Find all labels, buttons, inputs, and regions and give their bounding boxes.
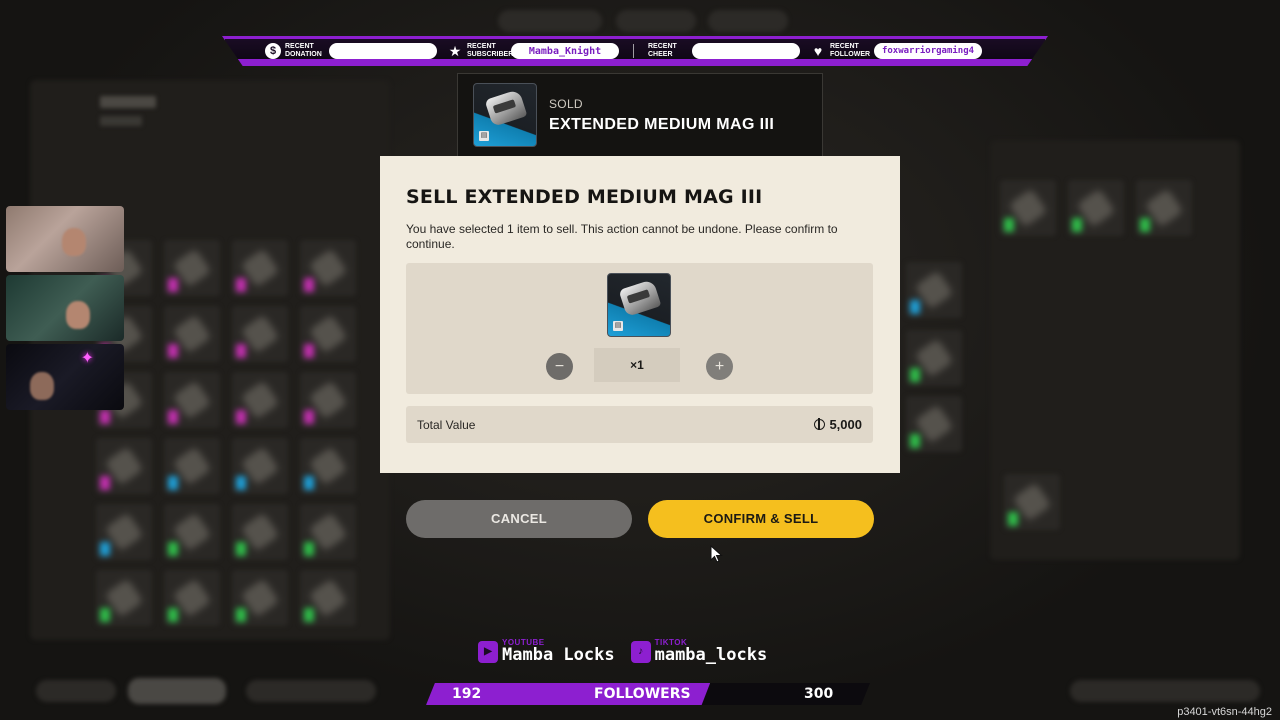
recent-donation: $ RECENT DONATION <box>265 43 437 59</box>
inventory-slot <box>164 504 220 560</box>
recent-subscriber: ★ RECENT SUBSCRIBER Mamba_Knight <box>447 43 619 59</box>
total-value: 5,000 <box>814 417 862 432</box>
loadout-slot <box>906 330 962 386</box>
tiktok-icon: ♪ <box>630 640 651 663</box>
inventory-slot <box>96 504 152 560</box>
followers-current: 192 <box>452 686 482 702</box>
inventory-slot <box>164 240 220 296</box>
inventory-slot <box>232 240 288 296</box>
followers-goal-bar: 192 FOLLOWERS 300 <box>426 683 870 705</box>
sold-status: SOLD <box>549 96 583 111</box>
item-thumbnail: ▤ <box>607 273 671 337</box>
webcam-3: ✦ <box>6 344 124 410</box>
decrease-quantity-button[interactable]: − <box>546 353 573 380</box>
loadout-slot <box>1000 180 1056 236</box>
bottom-hint-bg <box>128 678 226 704</box>
loadout-slot <box>1004 474 1060 530</box>
inventory-slot <box>164 438 220 494</box>
recent-donation-value <box>329 43 437 59</box>
total-value-amount: 5,000 <box>829 417 862 432</box>
inventory-slot <box>300 570 356 626</box>
loadout-slot <box>906 396 962 452</box>
inventory-slot <box>96 438 152 494</box>
recent-follower: ♥ RECENT FOLLOWER foxwarriorgaming4 <box>810 43 982 59</box>
inventory-slot <box>300 372 356 428</box>
recent-subscriber-value: Mamba_Knight <box>511 43 619 59</box>
tiktok-link: ♪ TIKTOK mamba_locks <box>630 638 768 665</box>
inventory-slot <box>164 306 220 362</box>
inventory-slot <box>300 438 356 494</box>
webcam-2 <box>6 275 124 341</box>
recent-follower-label: RECENT FOLLOWER <box>830 43 871 58</box>
inventory-slot <box>164 372 220 428</box>
star-icon: ★ <box>448 42 462 59</box>
stash-title-bg <box>100 96 156 108</box>
stream-top-bar: $ RECENT DONATION ★ RECENT SUBSCRIBER Ma… <box>222 36 1048 66</box>
coin-icon <box>814 418 826 430</box>
youtube-icon: ▶ <box>478 640 498 663</box>
recent-cheer-value <box>692 43 800 59</box>
inventory-slot <box>232 570 288 626</box>
recent-cheer: RECENT CHEER <box>648 43 800 59</box>
magazine-icon <box>618 279 662 317</box>
bottom-hint-bg <box>1070 680 1260 702</box>
bottom-hint-bg <box>36 680 116 702</box>
total-value-row: Total Value 5,000 <box>406 406 873 443</box>
total-value-label: Total Value <box>417 417 476 432</box>
webcam-person <box>62 228 86 256</box>
inventory-slot <box>232 306 288 362</box>
inventory-slot <box>300 240 356 296</box>
ammo-type-icon: ▤ <box>613 321 623 331</box>
followers-label: FOLLOWERS <box>594 686 691 702</box>
ammo-type-icon: ▤ <box>479 131 489 141</box>
nav-tab-bg <box>708 10 788 32</box>
youtube-link: ▶ YOUTUBE Mamba Locks <box>478 638 615 665</box>
confirm-sell-button[interactable]: CONFIRM & SELL <box>648 500 874 538</box>
webcam-1 <box>6 206 124 272</box>
watermark: p3401-vt6sn-44hg2 <box>1177 706 1272 718</box>
heart-icon: ♥ <box>813 43 823 59</box>
cancel-button[interactable]: CANCEL <box>406 500 632 538</box>
neon-sign-icon: ✦ <box>80 350 94 367</box>
dialog-message: You have selected 1 item to sell. This a… <box>406 222 838 251</box>
sold-item-name: EXTENDED MEDIUM MAG III <box>549 115 775 133</box>
mouse-cursor-icon <box>710 545 723 563</box>
webcam-person <box>66 301 90 329</box>
inventory-slot <box>232 372 288 428</box>
followers-goal: 300 <box>804 686 834 702</box>
nav-tab-bg <box>616 10 696 32</box>
nav-tab-bg <box>498 10 602 32</box>
social-links: ▶ YOUTUBE Mamba Locks ♪ TIKTOK mamba_loc… <box>478 638 767 665</box>
webcam-stack: ✦ <box>6 206 124 410</box>
loadout-slot <box>906 262 962 318</box>
inventory-slot <box>232 438 288 494</box>
inventory-slot <box>232 504 288 560</box>
social-handle: Mamba Locks <box>502 645 615 665</box>
stash-subtitle-bg <box>100 116 142 126</box>
quantity-display: ×1 <box>594 348 680 382</box>
inventory-slot <box>96 570 152 626</box>
item-thumbnail: ▤ <box>473 83 537 147</box>
inventory-slot <box>300 306 356 362</box>
social-handle: mamba_locks <box>654 645 768 665</box>
increase-quantity-button[interactable]: + <box>706 353 733 380</box>
inventory-slot <box>300 504 356 560</box>
loadout-slot <box>1136 180 1192 236</box>
recent-donation-label: RECENT DONATION <box>285 43 322 58</box>
recent-subscriber-label: RECENT SUBSCRIBER <box>467 43 514 58</box>
sell-dialog: SELL EXTENDED MEDIUM MAG III You have se… <box>380 156 900 473</box>
bottom-hint-bg <box>246 680 376 702</box>
dollar-coin-icon: $ <box>265 43 281 59</box>
loadout-slot <box>1068 180 1124 236</box>
sold-notification: ▤ SOLD EXTENDED MEDIUM MAG III <box>457 73 823 157</box>
divider <box>633 44 634 58</box>
recent-follower-value: foxwarriorgaming4 <box>874 43 982 59</box>
item-selection-box: ▤ − ×1 + <box>406 263 873 394</box>
magazine-icon <box>484 89 528 127</box>
dialog-title: SELL EXTENDED MEDIUM MAG III <box>406 186 763 208</box>
inventory-slot <box>164 570 220 626</box>
webcam-person <box>30 372 54 400</box>
recent-cheer-label: RECENT CHEER <box>648 43 677 58</box>
